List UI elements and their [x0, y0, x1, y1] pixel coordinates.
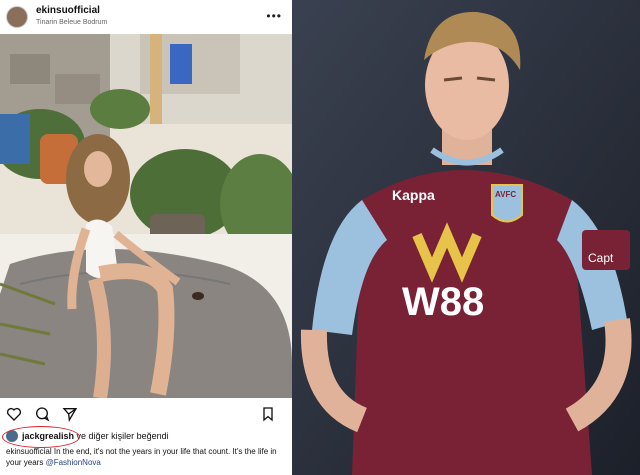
heart-icon[interactable] [6, 406, 22, 422]
post-caption: ekinsuofficial In the end, it's not the … [6, 446, 288, 468]
kit-brand: Kappa [392, 187, 435, 203]
instagram-post: ekinsuofficial Tinarin Beleue Bodrum ••• [0, 0, 293, 475]
liked-by-rest[interactable]: ve diğer kişiler beğendi [77, 431, 169, 441]
player-photo: Capt Kappa AVFC W88 [292, 0, 640, 475]
player-photo-image: Capt Kappa AVFC W88 [292, 0, 640, 475]
post-header-text: ekinsuofficial Tinarin Beleue Bodrum [36, 5, 107, 29]
share-icon[interactable] [62, 406, 78, 422]
post-username[interactable]: ekinsuofficial [36, 5, 107, 17]
crest-text: AVFC [495, 190, 516, 199]
post-actions [0, 400, 292, 426]
sponsor-text: W88 [402, 280, 484, 324]
post-photo-image [0, 34, 292, 398]
caption-mention[interactable]: @FashionNova [46, 458, 101, 467]
post-photo [0, 34, 292, 398]
more-options-icon[interactable]: ••• [266, 9, 282, 23]
captain-band-text: Capt [588, 251, 614, 265]
caption-username[interactable]: ekinsuofficial [6, 447, 52, 456]
post-location[interactable]: Tinarin Beleue Bodrum [36, 17, 107, 29]
bookmark-icon[interactable] [260, 406, 276, 422]
avatar[interactable] [6, 6, 28, 28]
comment-icon[interactable] [34, 406, 50, 422]
highlight-circle [2, 426, 80, 448]
post-header: ekinsuofficial Tinarin Beleue Bodrum ••• [0, 0, 292, 34]
